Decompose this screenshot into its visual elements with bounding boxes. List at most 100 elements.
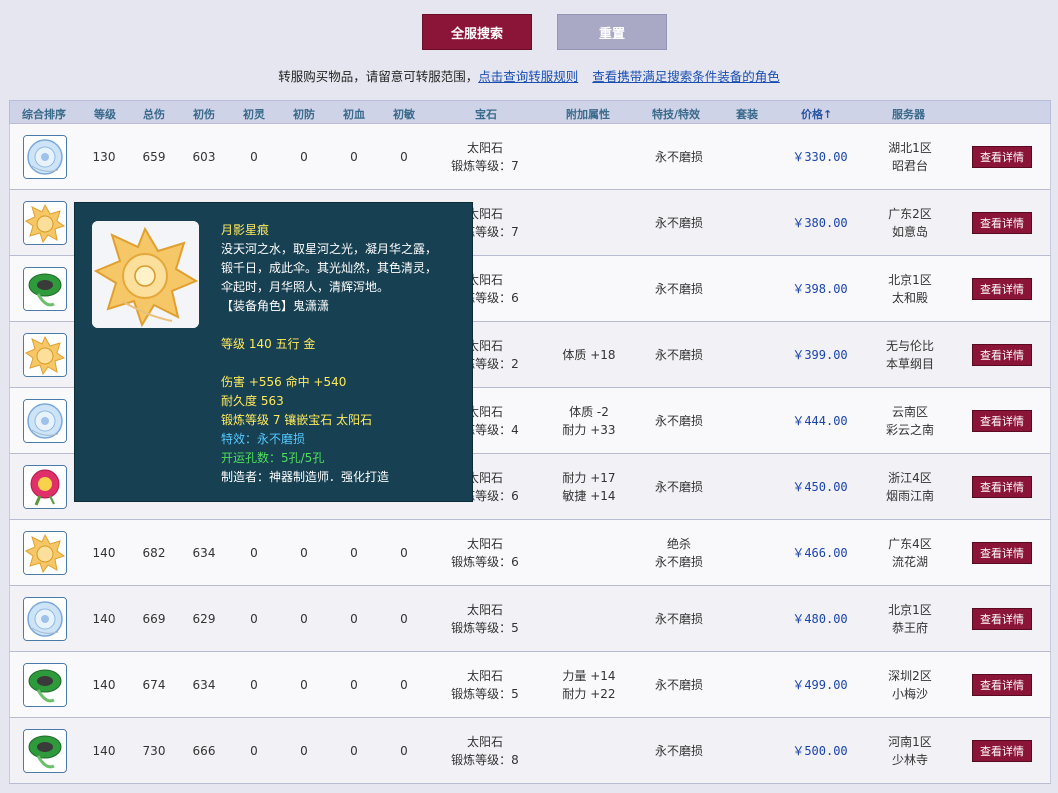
price-cell: ￥500.00 [792,744,848,758]
server-name: 昭君台 [891,159,928,173]
level-cell: 140 [92,546,116,560]
special-effect-line1: 永不磨损 [654,348,703,362]
server-region: 无与伦比 [885,339,934,353]
gold-umbrella-icon[interactable] [23,333,67,377]
special-effect-line2: 永不磨损 [654,555,703,569]
table-row[interactable]: 140 669 629 0 0 0 0 太阳石 锻炼等级：5 永不磨损 ￥480.00 北京1区 恭王府… [9,586,1051,652]
reset-button[interactable]: 重置 [557,14,667,50]
view-details-button[interactable]: 查看详情 [972,146,1032,168]
green-umbrella-icon[interactable] [23,663,67,707]
header-initial-spirit[interactable]: 初灵 [243,106,265,122]
level-cell: 140 [92,744,116,758]
header-set: 套装 [736,108,758,121]
extra-attr-line1: 力量 +14 [562,669,616,683]
view-details-button[interactable]: 查看详情 [972,344,1032,366]
server-name: 小梅沙 [891,687,928,701]
total-damage-cell: 682 [142,546,166,560]
gold-umbrella-icon[interactable] [23,201,67,245]
initial-spirit-cell: 0 [250,546,258,560]
view-roles-link[interactable]: 查看携带满足搜索条件装备的角色 [592,69,780,84]
special-effect-line1: 永不磨损 [654,282,703,296]
total-damage-cell: 674 [142,678,166,692]
table-row[interactable]: 140 730 666 0 0 0 0 太阳石 锻炼等级：8 永不磨损 ￥500.00 河南1区 少林寺… [9,718,1051,784]
blue-umbrella-icon[interactable] [23,399,67,443]
view-details-button[interactable]: 查看详情 [972,476,1032,498]
initial-hp-cell: 0 [350,678,358,692]
header-gem: 宝石 [475,108,497,121]
extra-attr-line2: 耐力 +33 [562,423,616,437]
price-cell: ￥444.00 [792,414,848,428]
forge-level: 锻炼等级：7 [451,159,519,173]
initial-agility-cell: 0 [400,150,408,164]
server-region: 北京1区 [888,273,932,287]
forge-level: 锻炼等级：6 [451,555,519,569]
server-region: 云南区 [891,405,928,419]
red-umbrella-icon[interactable] [23,465,67,509]
special-effect-line1: 永不磨损 [654,414,703,428]
blue-umbrella-icon[interactable] [23,135,67,179]
initial-hp-cell: 0 [350,744,358,758]
forge-level: 锻炼等级：5 [451,687,519,701]
gem-name: 太阳石 [466,669,503,683]
extra-attr-line1: 体质 +18 [562,348,616,362]
view-details-button[interactable]: 查看详情 [972,740,1032,762]
special-effect-line1: 永不磨损 [654,150,703,164]
initial-defense-cell: 0 [300,678,308,692]
header-initial-hp[interactable]: 初血 [343,106,365,122]
view-details-button[interactable]: 查看详情 [972,410,1032,432]
level-cell: 130 [92,150,116,164]
tooltip-forge: 锻炼等级 7 镶嵌宝石 太阳石 [221,413,373,427]
price-cell: ￥499.00 [792,678,848,692]
extra-attr-line2: 敏捷 +14 [562,489,616,503]
initial-agility-cell: 0 [400,678,408,692]
global-search-button[interactable]: 全服搜索 [422,14,532,50]
header-initial-defense[interactable]: 初防 [293,106,315,122]
header-sort[interactable]: 综合排序 [22,106,66,122]
initial-damage-cell: 629 [192,612,216,626]
server-region: 湖北1区 [888,141,932,155]
level-cell: 140 [92,612,116,626]
server-region: 河南1区 [888,735,932,749]
tooltip-text: 月影星痕 没天河之水，取星河之光，凝月华之露， 锻千日，成此伞。其光灿然，其色清… [221,221,461,487]
extra-attr-line1: 体质 -2 [569,405,609,419]
view-details-button[interactable]: 查看详情 [972,542,1032,564]
server-name: 如意岛 [891,225,928,239]
header-level[interactable]: 等级 [94,106,116,122]
tooltip-item-image [92,221,199,328]
server-region: 广东4区 [888,537,932,551]
view-details-button[interactable]: 查看详情 [972,674,1032,696]
header-special: 特技/特效 [652,108,701,121]
server-region: 北京1区 [888,603,932,617]
view-details-button[interactable]: 查看详情 [972,608,1032,630]
header-initial-damage[interactable]: 初伤 [193,106,215,122]
initial-spirit-cell: 0 [250,612,258,626]
view-details-button[interactable]: 查看详情 [972,278,1032,300]
green-umbrella-icon[interactable] [23,267,67,311]
tooltip-desc-4: 【装备角色】鬼潇潇 [221,299,330,313]
total-damage-cell: 659 [142,150,166,164]
initial-spirit-cell: 0 [250,150,258,164]
transfer-rules-link[interactable]: 点击查询转服规则 [478,69,578,84]
special-effect-line1: 永不磨损 [654,216,703,230]
view-details-button[interactable]: 查看详情 [972,212,1032,234]
blue-umbrella-icon[interactable] [23,597,67,641]
gem-name: 太阳石 [466,735,503,749]
initial-defense-cell: 0 [300,546,308,560]
initial-defense-cell: 0 [300,744,308,758]
initial-damage-cell: 634 [192,678,216,692]
gold-umbrella-icon[interactable] [23,531,67,575]
tooltip-level: 等级 140 五行 金 [221,337,316,351]
header-price[interactable]: 价格↑ [801,106,832,122]
extra-attr-line2: 耐力 +22 [562,687,616,701]
total-damage-cell: 730 [142,744,166,758]
header-extra-attr: 附加属性 [566,108,610,121]
gem-name: 太阳石 [466,603,503,617]
green-umbrella-icon[interactable] [23,729,67,773]
header-total-damage[interactable]: 总伤 [143,106,165,122]
header-initial-agility[interactable]: 初敏 [393,106,415,122]
table-row[interactable]: 140 674 634 0 0 0 0 太阳石 锻炼等级：5 力量 +14 耐力 +22 永不磨损 ￥4… [9,652,1051,718]
table-row[interactable]: 130 659 603 0 0 0 0 太阳石 锻炼等级：7 永不磨损 ￥330.00 湖北1区 昭君台… [9,124,1051,190]
gold-umbrella-icon [92,221,199,328]
special-effect-line1: 绝杀 [666,537,691,551]
table-row[interactable]: 140 682 634 0 0 0 0 太阳石 锻炼等级：6 绝杀 永不磨损 ￥466.00 广东4区流… [9,520,1051,586]
